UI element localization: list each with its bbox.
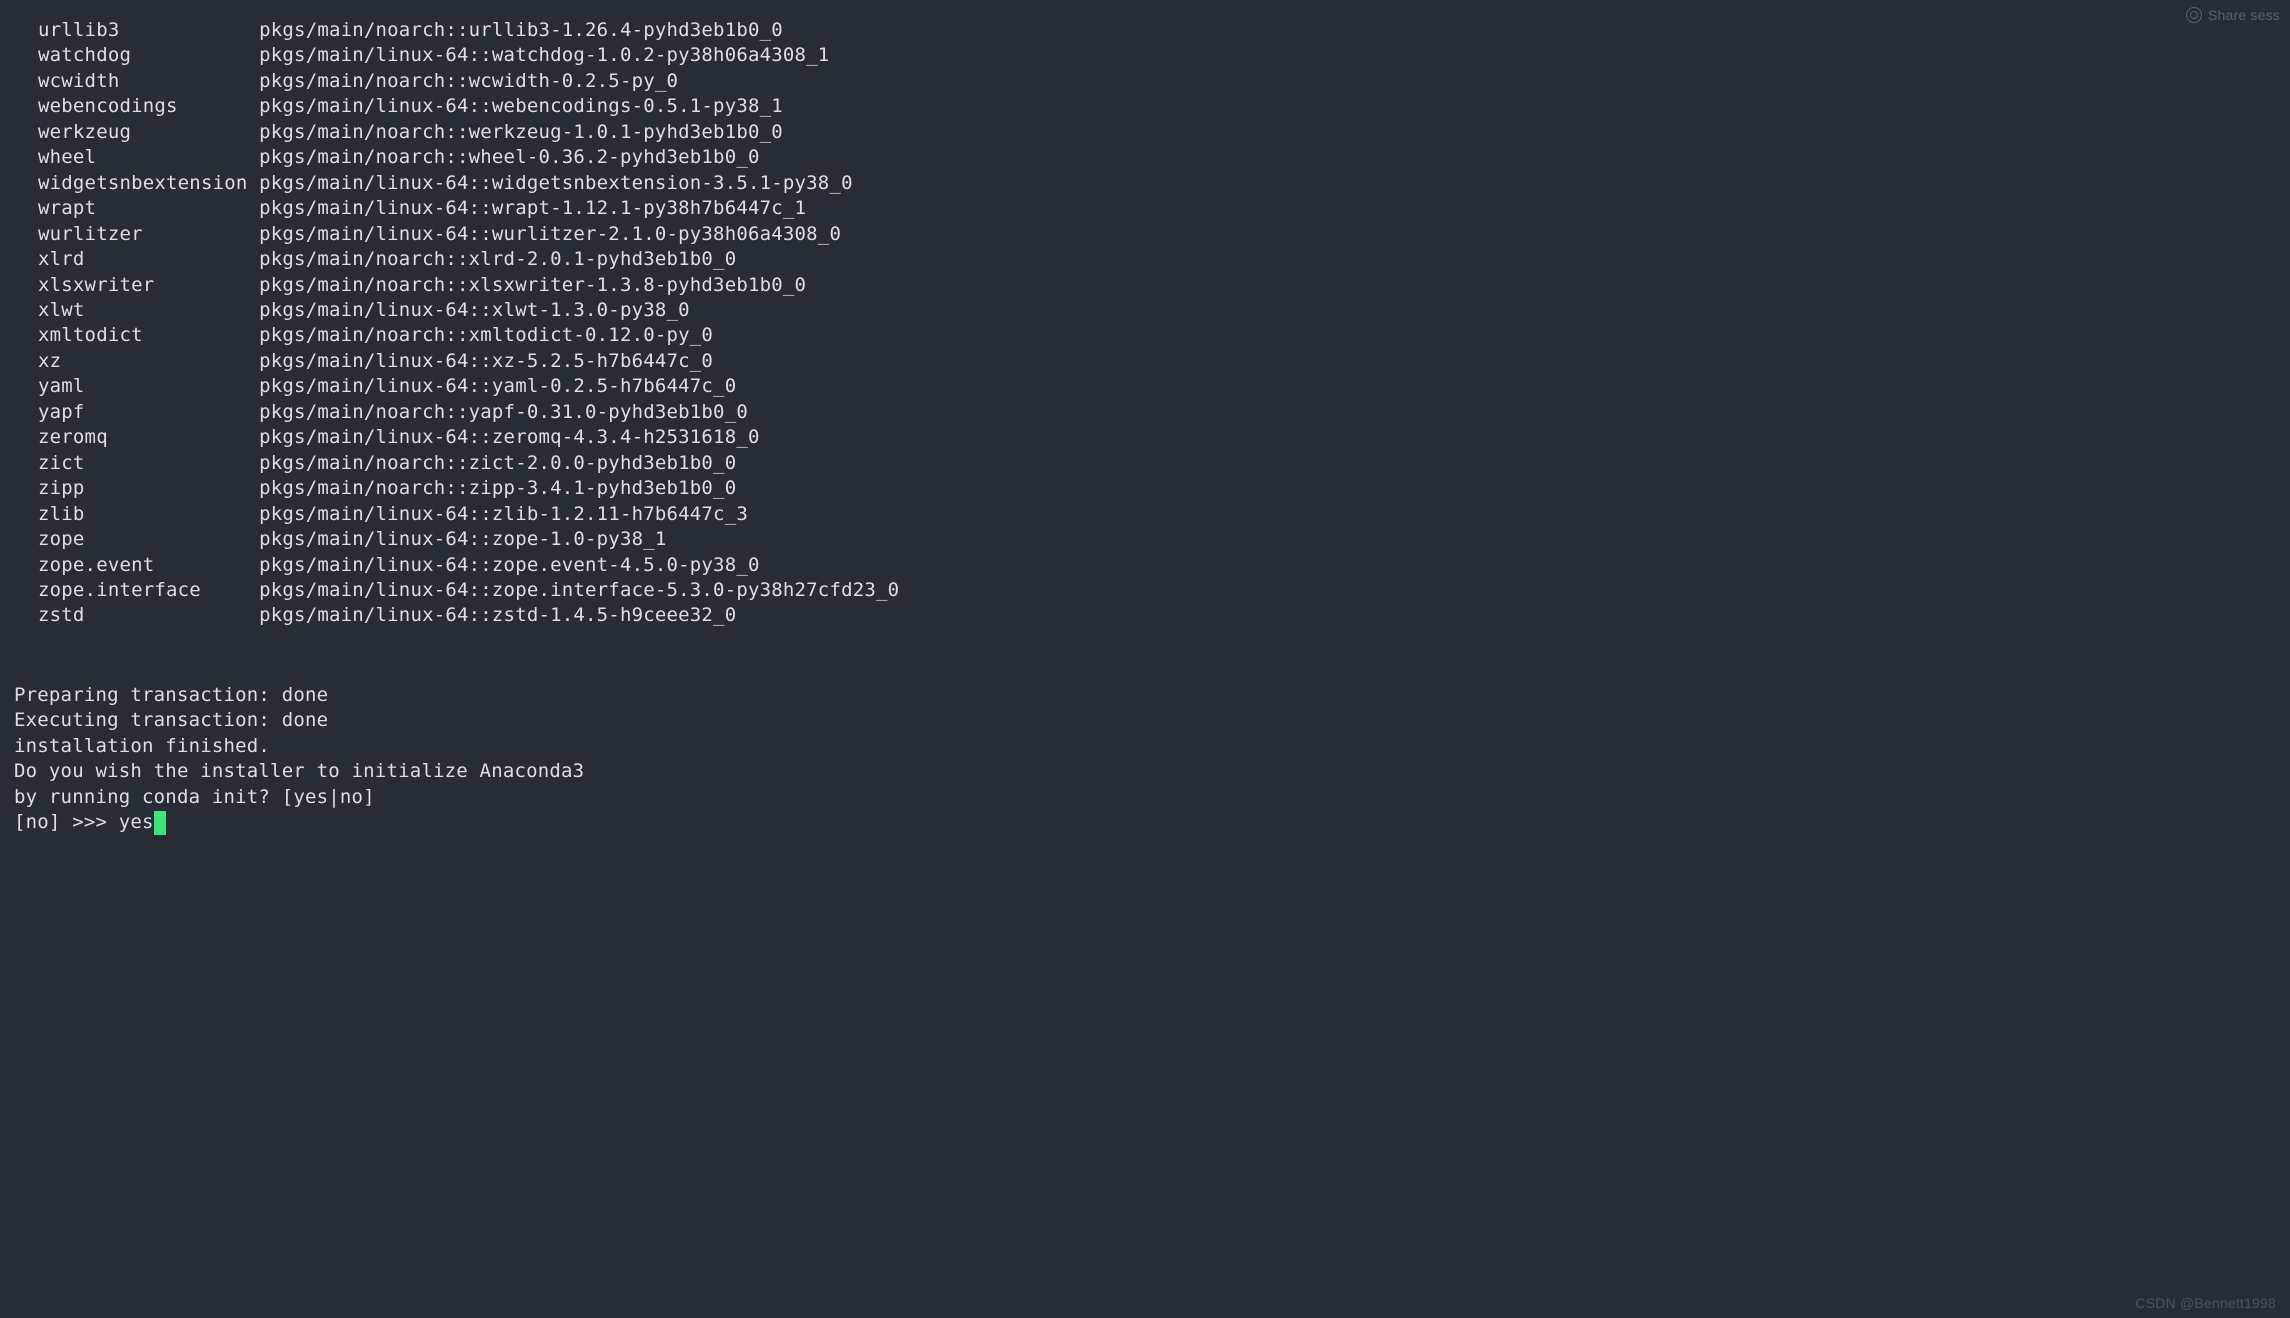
share-label: Share sess <box>2208 6 2280 25</box>
package-row: widgetsnbextension pkgs/main/linux-64::w… <box>38 171 2276 196</box>
status-executing: Executing transaction: done <box>14 708 2276 733</box>
status-block: Preparing transaction: done Executing tr… <box>14 683 2276 836</box>
package-list: urllib3 pkgs/main/noarch::urllib3-1.26.4… <box>38 18 2276 629</box>
watermark: CSDN @Bennett1998 <box>2135 1294 2276 1313</box>
package-row: xz pkgs/main/linux-64::xz-5.2.5-h7b6447c… <box>38 349 2276 374</box>
package-row: zope.interface pkgs/main/linux-64::zope.… <box>38 578 2276 603</box>
package-row: xlsxwriter pkgs/main/noarch::xlsxwriter-… <box>38 273 2276 298</box>
package-row: urllib3 pkgs/main/noarch::urllib3-1.26.4… <box>38 18 2276 43</box>
broadcast-icon <box>2186 7 2202 23</box>
package-row: zict pkgs/main/noarch::zict-2.0.0-pyhd3e… <box>38 451 2276 476</box>
prompt-input: yes <box>119 811 154 833</box>
package-row: yaml pkgs/main/linux-64::yaml-0.2.5-h7b6… <box>38 374 2276 399</box>
package-row: zope.event pkgs/main/linux-64::zope.even… <box>38 553 2276 578</box>
package-row: wheel pkgs/main/noarch::wheel-0.36.2-pyh… <box>38 145 2276 170</box>
status-preparing: Preparing transaction: done <box>14 683 2276 708</box>
package-row: xlrd pkgs/main/noarch::xlrd-2.0.1-pyhd3e… <box>38 247 2276 272</box>
package-row: zlib pkgs/main/linux-64::zlib-1.2.11-h7b… <box>38 502 2276 527</box>
package-row: webencodings pkgs/main/linux-64::webenco… <box>38 94 2276 119</box>
package-row: zipp pkgs/main/noarch::zipp-3.4.1-pyhd3e… <box>38 476 2276 501</box>
cursor <box>154 811 166 835</box>
package-row: watchdog pkgs/main/linux-64::watchdog-1.… <box>38 43 2276 68</box>
package-row: zstd pkgs/main/linux-64::zstd-1.4.5-h9ce… <box>38 603 2276 628</box>
status-finished: installation finished. <box>14 734 2276 759</box>
package-row: wrapt pkgs/main/linux-64::wrapt-1.12.1-p… <box>38 196 2276 221</box>
status-question-1: Do you wish the installer to initialize … <box>14 759 2276 784</box>
package-row: wcwidth pkgs/main/noarch::wcwidth-0.2.5-… <box>38 69 2276 94</box>
package-row: zope pkgs/main/linux-64::zope-1.0-py38_1 <box>38 527 2276 552</box>
package-row: werkzeug pkgs/main/noarch::werkzeug-1.0.… <box>38 120 2276 145</box>
status-question-2: by running conda init? [yes|no] <box>14 785 2276 810</box>
prompt-prefix: [no] >>> <box>14 811 119 833</box>
package-row: xmltodict pkgs/main/noarch::xmltodict-0.… <box>38 323 2276 348</box>
package-row: yapf pkgs/main/noarch::yapf-0.31.0-pyhd3… <box>38 400 2276 425</box>
package-row: wurlitzer pkgs/main/linux-64::wurlitzer-… <box>38 222 2276 247</box>
package-row: zeromq pkgs/main/linux-64::zeromq-4.3.4-… <box>38 425 2276 450</box>
share-session-button[interactable]: Share sess <box>2186 6 2280 25</box>
prompt-line[interactable]: [no] >>> yes <box>14 810 2276 835</box>
package-row: xlwt pkgs/main/linux-64::xlwt-1.3.0-py38… <box>38 298 2276 323</box>
